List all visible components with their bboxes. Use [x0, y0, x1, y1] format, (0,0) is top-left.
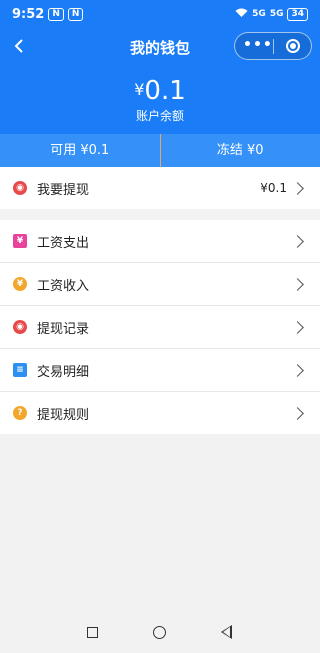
home-icon[interactable]: [153, 626, 166, 639]
chevron-right-icon: [291, 406, 304, 420]
balance-label: 账户余额: [135, 109, 184, 123]
row-label: 工资收入: [37, 278, 90, 294]
balance-amount: ¥0.1: [134, 76, 186, 106]
mini-program-capsule: •••: [234, 32, 312, 60]
row-label: 工资支出: [37, 235, 90, 251]
row-value: ¥0.1: [260, 181, 287, 195]
rules-row[interactable]: ? 提现规则: [0, 392, 320, 434]
withdraw-row[interactable]: ◉ 我要提现 ¥0.1: [0, 167, 320, 209]
system-navigation-bar: [0, 613, 320, 653]
status-bar: 9:52 N N 5G 5G 34: [0, 0, 320, 28]
salary-income-icon: ¥: [13, 277, 27, 291]
row-label: 提现记录: [37, 321, 90, 337]
more-icon[interactable]: •••: [243, 37, 272, 55]
frozen-balance: 冻结 ¥0: [216, 143, 264, 158]
close-mini-program-icon[interactable]: [286, 39, 300, 53]
salary-expense-icon: ¥: [13, 234, 27, 248]
withdraw-record-row[interactable]: ◉ 提现记录: [0, 306, 320, 348]
chevron-right-icon: [291, 320, 304, 334]
balance-summary-bar: 可用 ¥0.1 冻结 ¥0: [0, 134, 320, 167]
row-label: 提现规则: [37, 407, 90, 423]
chevron-right-icon: [291, 181, 304, 195]
transaction-detail-row[interactable]: ≡ 交易明细: [0, 349, 320, 391]
back-icon[interactable]: [221, 625, 232, 639]
transaction-detail-icon: ≡: [13, 363, 27, 377]
notification-icon: N: [67, 7, 84, 21]
capsule-divider: [273, 39, 274, 54]
chevron-right-icon: [291, 277, 304, 291]
available-balance: 可用 ¥0.1: [50, 143, 110, 158]
signal-icon: 5G: [252, 9, 266, 19]
salary-income-row[interactable]: ¥ 工资收入: [0, 263, 320, 305]
battery-icon: 34: [287, 7, 308, 21]
row-label: 我要提现: [37, 182, 90, 198]
rules-icon: ?: [13, 406, 27, 420]
notification-icon: N: [48, 7, 64, 21]
salary-expense-row[interactable]: ¥ 工资支出: [0, 220, 320, 262]
balance-area: ¥0.1 账户余额: [0, 66, 320, 134]
signal-icon: 5G: [269, 9, 284, 19]
wifi-icon: [235, 8, 248, 21]
chevron-right-icon: [291, 363, 304, 377]
row-label: 交易明细: [37, 364, 90, 380]
withdraw-icon: ◉: [13, 181, 27, 195]
chevron-right-icon: [291, 234, 304, 248]
recent-apps-icon[interactable]: [87, 627, 98, 638]
status-time: 9:52: [12, 6, 45, 22]
navigation-bar: 我的钱包 •••: [0, 28, 320, 66]
withdraw-record-icon: ◉: [13, 320, 27, 334]
